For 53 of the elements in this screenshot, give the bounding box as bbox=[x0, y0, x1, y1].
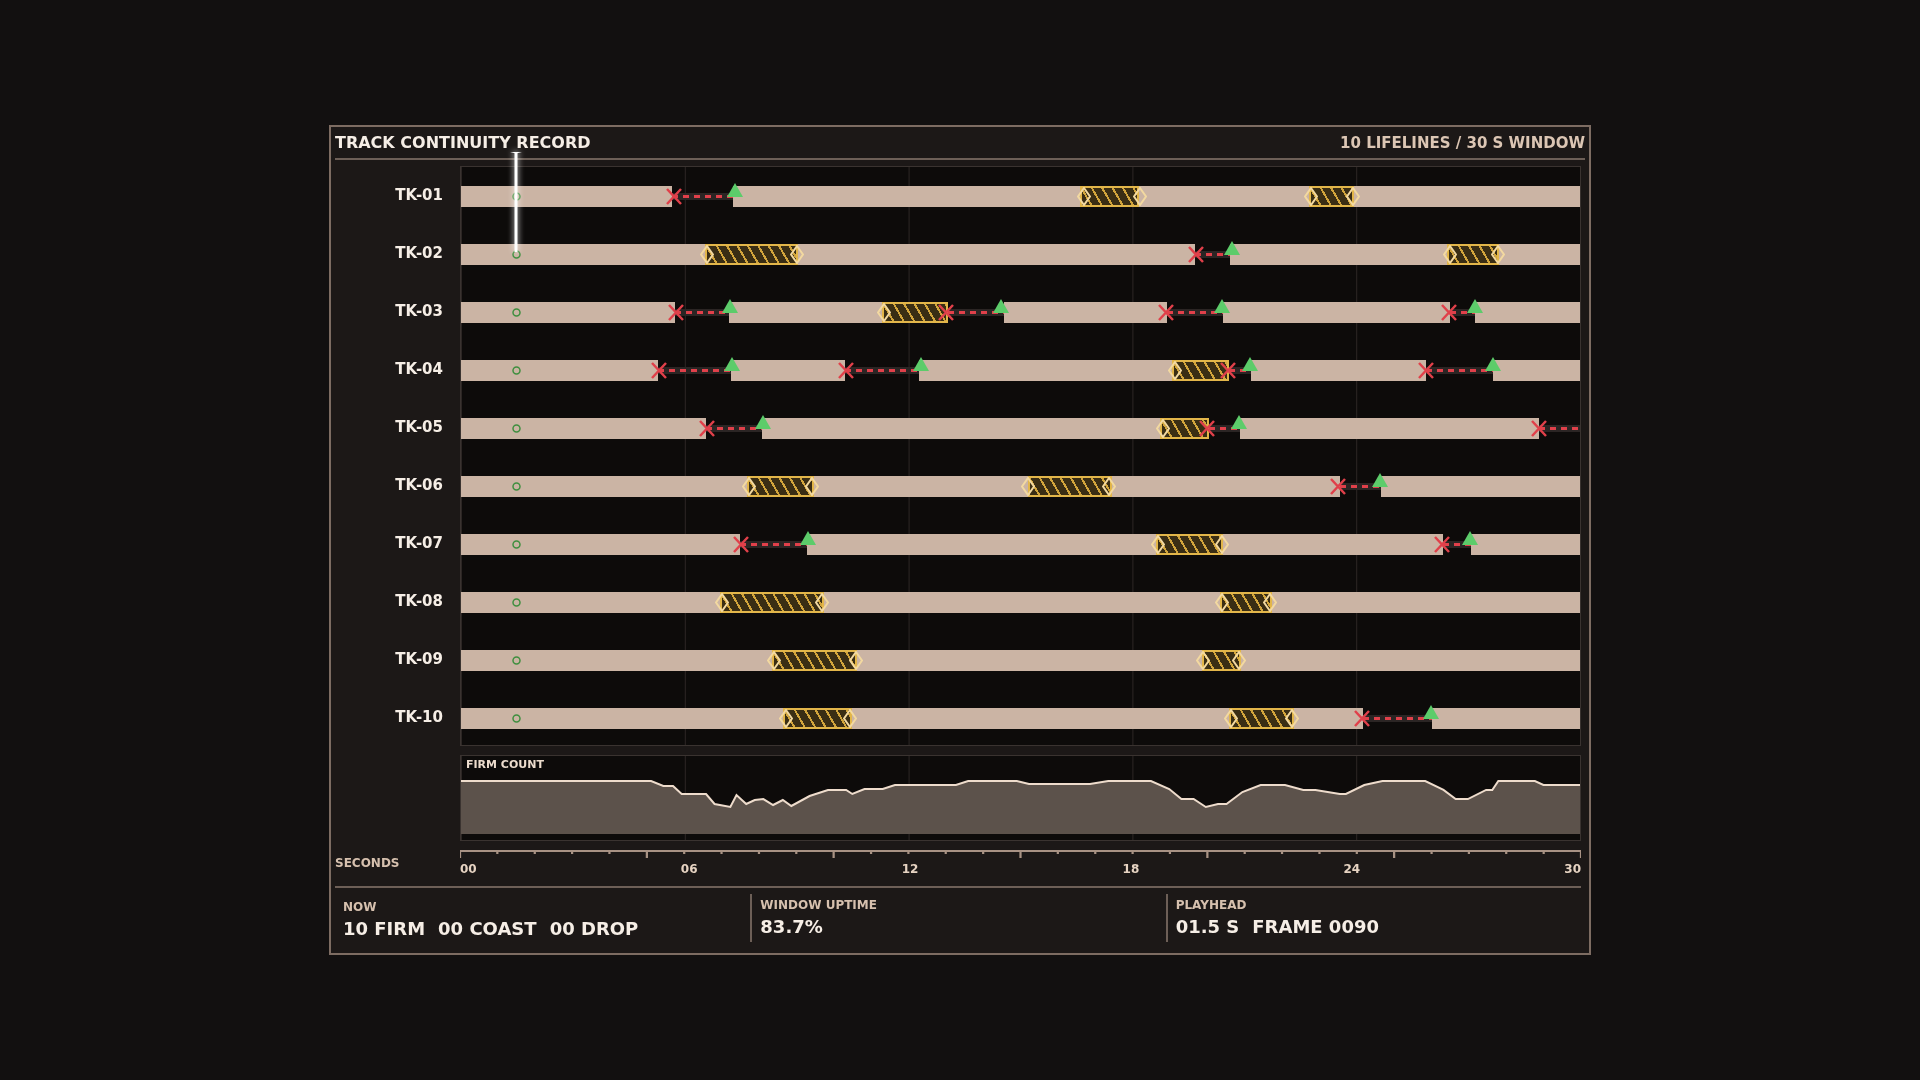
panel-title: TRACK CONTINUITY RECORD bbox=[335, 133, 591, 152]
dropout-gap bbox=[675, 308, 729, 316]
track-label: TK-10 bbox=[395, 708, 443, 726]
track-label: TK-04 bbox=[395, 360, 443, 378]
axis-tick-label: 06 bbox=[680, 862, 698, 876]
stat-value: 00 COAST bbox=[438, 918, 537, 939]
window-summary: 10 LIFELINES / 30 S WINDOW bbox=[1340, 133, 1585, 152]
playhead-dot-icon bbox=[512, 249, 522, 259]
coast-bar bbox=[783, 707, 852, 729]
coast-bar bbox=[882, 301, 948, 323]
axis-tick-label: 24 bbox=[1343, 862, 1361, 876]
track-label: TK-08 bbox=[395, 592, 443, 610]
dropout-gap bbox=[1426, 366, 1494, 374]
coast-bar bbox=[1229, 707, 1295, 729]
track-label: TK-01 bbox=[395, 186, 443, 204]
dropout-gap bbox=[672, 192, 734, 200]
dropout-gap bbox=[706, 424, 763, 432]
stat-label: WINDOW UPTIME bbox=[760, 898, 877, 912]
coast-bar bbox=[1172, 359, 1229, 381]
track-label: TK-03 bbox=[395, 302, 443, 320]
dropout-gap bbox=[1194, 250, 1231, 258]
axis-tick-label: 12 bbox=[901, 862, 919, 876]
track-label: TK-09 bbox=[395, 650, 443, 668]
playhead-dot-icon bbox=[512, 365, 522, 375]
track-label: TK-07 bbox=[395, 534, 443, 552]
dropout-gap bbox=[1167, 308, 1224, 316]
playhead-dot-icon bbox=[512, 713, 522, 723]
stat-value: 10 FIRM bbox=[343, 918, 426, 939]
axis-tick-label: 18 bbox=[1122, 862, 1140, 876]
playhead-dot-icon bbox=[512, 423, 522, 433]
firm-count-label: FIRM COUNT bbox=[466, 758, 544, 771]
axis-tick-label: 00 bbox=[460, 862, 477, 876]
track-label: TK-05 bbox=[395, 418, 443, 436]
coast-bar bbox=[1155, 533, 1224, 555]
stat-label: NOW bbox=[343, 900, 377, 914]
axis-title: SECONDS bbox=[335, 855, 401, 872]
playhead-dot-icon bbox=[512, 481, 522, 491]
dropout-gap bbox=[1363, 714, 1433, 722]
stat-value: 01.5 S bbox=[1175, 916, 1240, 937]
playhead-dot-icon bbox=[512, 539, 522, 549]
axis-tick-label: 30 bbox=[1564, 862, 1581, 876]
playhead-dot-icon bbox=[512, 597, 522, 607]
stat-value: 00 DROP bbox=[549, 918, 639, 939]
dropout-gap bbox=[739, 540, 807, 548]
track-label: TK-06 bbox=[395, 476, 443, 494]
dropout-gap bbox=[1538, 424, 1580, 432]
playhead-dot-icon bbox=[512, 655, 522, 665]
stat-label: PLAYHEAD bbox=[1175, 898, 1247, 912]
coast-bar bbox=[1447, 243, 1499, 265]
track-label: TK-02 bbox=[395, 244, 443, 262]
stat-value: FRAME 0090 bbox=[1252, 916, 1379, 937]
stat-value: 83.7% bbox=[760, 916, 823, 937]
playhead-dot-icon bbox=[512, 307, 522, 317]
